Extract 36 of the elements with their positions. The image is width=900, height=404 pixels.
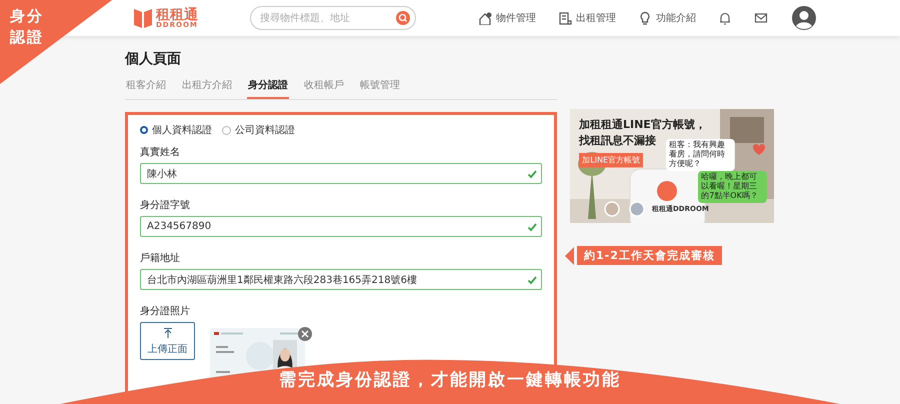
check-icon: [527, 222, 537, 232]
bell-icon[interactable]: [718, 11, 732, 25]
text-field[interactable]: A234567890: [140, 216, 542, 237]
promo-headline: 加租租通LINE官方帳號，: [579, 117, 706, 132]
nav-link[interactable]: 出租管理: [558, 11, 616, 25]
search-icon: [396, 11, 410, 25]
check-icon: [527, 274, 537, 284]
mail-icon[interactable]: [754, 11, 768, 25]
radio-option[interactable]: 個人資料認證: [140, 123, 212, 137]
lightbulb-icon: [638, 11, 652, 25]
check-icon: [527, 168, 537, 178]
logo-icon: [133, 6, 153, 30]
nav-link[interactable]: 功能介紹: [638, 11, 696, 25]
field-label: 戶籍地址: [140, 252, 181, 265]
upload-button[interactable]: 上傳正面: [140, 322, 195, 360]
house-icon: [478, 11, 492, 25]
banner-text: 需完成身份認證，才能開啟一鍵轉帳功能: [278, 369, 622, 391]
arrow-icon: [565, 246, 574, 264]
text-field[interactable]: 台北市內湖區葫洲里1鄰民權東路六段283巷165弄218號6樓: [140, 269, 542, 290]
chat-bubble: 租客：我有興趣看房，請問何時方便呢？: [666, 139, 735, 171]
avatar-icon[interactable]: [792, 6, 816, 30]
corner-label: 身分認證: [10, 6, 45, 48]
chat-bubble: 哈囉，晚上都可以看喔！星期三的7點半OK嗎？: [698, 171, 767, 203]
field-label: 真實姓名: [140, 146, 181, 159]
document-icon: [558, 11, 572, 25]
nav-link[interactable]: 物件管理: [478, 11, 536, 25]
review-note: 約1-2工作天會完成審核: [577, 246, 722, 265]
page-title: 個人頁面: [125, 50, 182, 68]
field-label: 身分證照片: [140, 304, 191, 318]
promo-headline: 找租訊息不漏接: [579, 133, 656, 148]
upload-icon: [162, 326, 172, 338]
text-field[interactable]: 陳小林: [140, 163, 542, 184]
radio-option[interactable]: 公司資料認證: [222, 123, 295, 137]
field-label: 身分證字號: [140, 198, 191, 212]
close-icon[interactable]: [298, 327, 312, 341]
tab[interactable]: 身分認證: [247, 80, 289, 99]
